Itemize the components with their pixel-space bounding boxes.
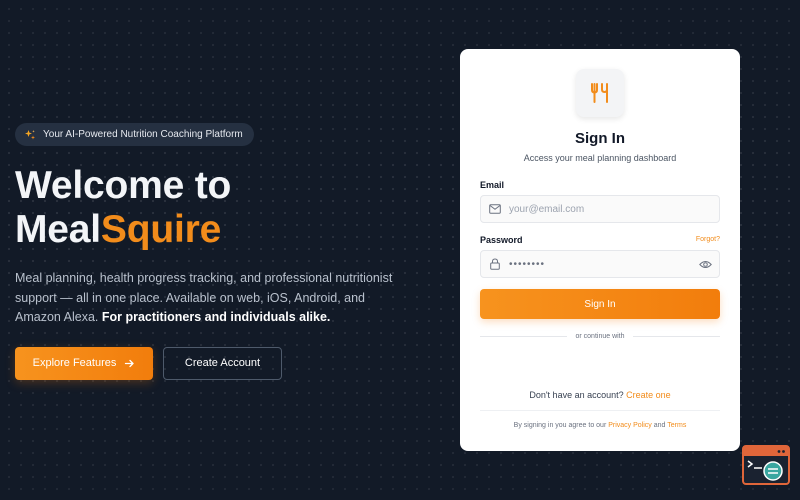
signin-card: Sign In Access your meal planning dashbo…	[460, 49, 740, 451]
brand-name-part2: Squire	[100, 208, 222, 251]
create-one-link[interactable]: Create one	[626, 390, 671, 400]
hero-cta-group: Explore Features Create Account	[15, 346, 415, 380]
headline-line1: Welcome to	[15, 164, 232, 207]
signin-title: Sign In	[575, 130, 625, 147]
privacy-policy-link[interactable]: Privacy Policy	[608, 422, 652, 429]
arrow-right-icon	[125, 359, 135, 367]
email-field[interactable]	[480, 195, 720, 223]
fork-knife-icon	[591, 83, 608, 103]
explore-features-button[interactable]: Explore Features	[15, 346, 153, 380]
forgot-password-link[interactable]: Forgot?	[696, 236, 720, 243]
eye-icon[interactable]	[691, 260, 719, 269]
password-label: Password	[480, 235, 523, 245]
terms-and: and	[653, 422, 666, 429]
platform-badge: Your AI-Powered Nutrition Coaching Platf…	[15, 123, 254, 146]
no-account-prompt: Don't have an account? Create one	[460, 390, 740, 400]
hero-description: Meal planning, health progress tracking,…	[15, 269, 395, 328]
continue-divider: or continue with	[480, 331, 720, 341]
support-widget-icon[interactable]	[742, 445, 790, 485]
email-label: Email	[480, 180, 505, 190]
terms-notice: By signing in you agree to our Privacy P…	[460, 422, 740, 429]
lock-icon	[481, 258, 509, 270]
create-account-button[interactable]: Create Account	[163, 346, 282, 380]
hero-section: Your AI-Powered Nutrition Coaching Platf…	[15, 123, 415, 380]
sparkles-icon	[25, 129, 35, 139]
terms-prefix: By signing in you agree to our	[513, 422, 607, 429]
email-input[interactable]	[509, 196, 719, 222]
mail-icon	[481, 204, 509, 214]
signin-subtitle: Access your meal planning dashboard	[523, 153, 677, 163]
brand-name-part1: Meal	[15, 208, 101, 251]
sign-in-button[interactable]: Sign In	[480, 289, 720, 319]
divider-text: or continue with	[575, 332, 625, 340]
hero-headline: Welcome to MealSquire	[15, 164, 415, 252]
description-emphasis: For practitioners and individuals alike.	[101, 310, 331, 324]
explore-features-label: Explore Features	[32, 357, 117, 369]
card-divider	[480, 410, 720, 411]
no-account-text: Don't have an account?	[529, 390, 624, 400]
app-logo	[576, 69, 624, 117]
password-input[interactable]: ••••••••	[509, 259, 691, 270]
badge-text: Your AI-Powered Nutrition Coaching Platf…	[43, 129, 243, 140]
terms-link[interactable]: Terms	[667, 422, 686, 429]
password-field[interactable]: ••••••••	[480, 250, 720, 278]
